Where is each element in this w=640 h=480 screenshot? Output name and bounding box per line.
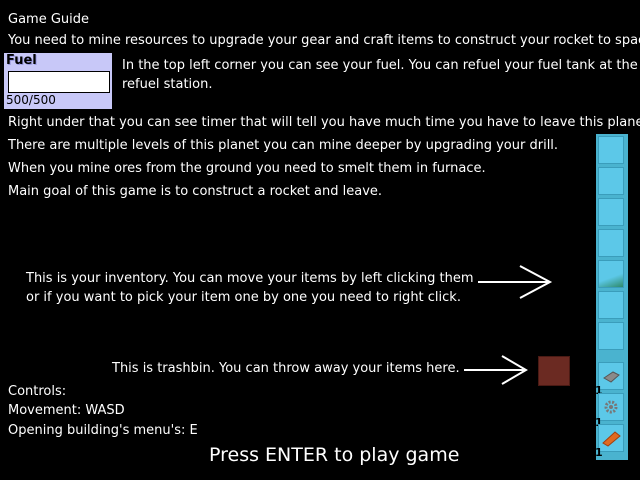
controls-movement: Movement: WASD <box>8 403 125 418</box>
inventory-slot[interactable] <box>598 291 624 319</box>
inventory-slot[interactable] <box>598 198 624 226</box>
guide-fuel-text-1: In the top left corner you can see your … <box>122 58 638 73</box>
guide-inventory-text-2: or if you want to pick your item one by … <box>26 290 461 305</box>
inventory-arrow-icon <box>478 265 553 299</box>
inventory-slot[interactable] <box>598 136 624 164</box>
guide-trash-text: This is trashbin. You can throw away you… <box>112 361 460 376</box>
inventory-slot[interactable] <box>598 229 624 257</box>
inventory-panel: 1 1 1 <box>595 134 628 460</box>
guide-fuel-text-2: refuel station. <box>122 77 213 92</box>
guide-title: Game Guide <box>8 12 90 27</box>
fuel-label: Fuel <box>6 53 37 68</box>
guide-levels-text: There are multiple levels of this planet… <box>8 138 559 153</box>
item-count: 1 <box>595 446 603 459</box>
guide-goal-text: Main goal of this game is to construct a… <box>8 184 383 199</box>
fuel-bar <box>8 71 110 93</box>
controls-building: Opening building's menu's: E <box>8 423 198 438</box>
trash-bin[interactable] <box>538 356 570 386</box>
inventory-slot[interactable] <box>598 322 624 350</box>
guide-inventory-text-1: This is your inventory. You can move you… <box>26 271 474 286</box>
enter-prompt: Press ENTER to play game <box>209 444 460 466</box>
controls-title: Controls: <box>8 384 67 399</box>
inventory-slot[interactable] <box>598 167 624 195</box>
guide-timer-text: Right under that you can see timer that … <box>8 115 640 130</box>
guide-line-intro: You need to mine resources to upgrade yo… <box>8 33 640 48</box>
fuel-value: 500/500 <box>6 93 56 107</box>
trash-arrow-icon <box>464 355 528 385</box>
fuel-panel: Fuel 500/500 <box>4 53 112 109</box>
inventory-slot[interactable] <box>598 260 624 288</box>
guide-smelt-text: When you mine ores from the ground you n… <box>8 161 486 176</box>
